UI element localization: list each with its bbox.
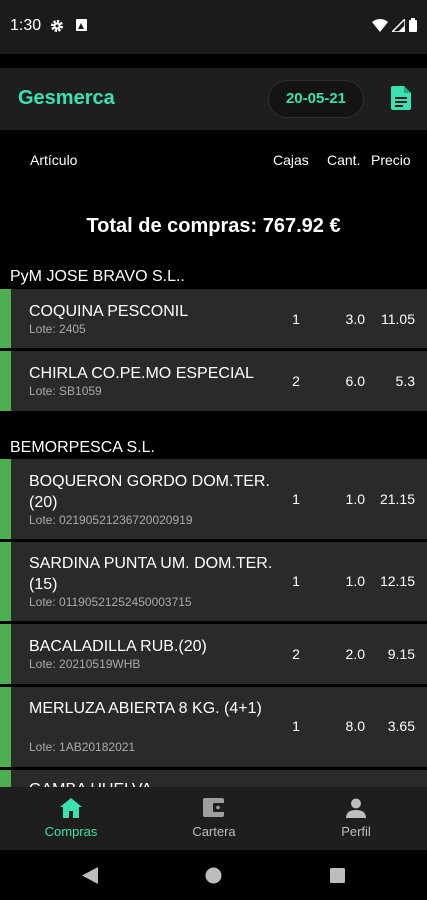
system-navigation-bar <box>0 850 427 900</box>
item-name: BACALADILLA RUB.(20) <box>29 638 207 655</box>
item-precio: 21.15 <box>379 491 415 507</box>
item-precio: 9.15 <box>387 646 415 662</box>
item-cant: 2.0 <box>345 646 365 662</box>
back-icon[interactable] <box>82 867 98 884</box>
column-header-cant: Cant. <box>327 152 361 168</box>
list-item[interactable]: COQUINA PESCONIL Lote: 2405 1 3.0 11.05 <box>0 289 427 348</box>
item-lote: Lote: 20210519WHB <box>29 657 141 671</box>
item-lote: Lote: 1AB20182021 <box>29 740 136 754</box>
supplier-name: BEMORPESCA S.L. <box>10 439 155 456</box>
column-header-articulo: Artículo <box>30 152 78 168</box>
wifi-icon <box>372 18 388 32</box>
item-cajas: 2 <box>292 373 300 389</box>
nav-label-perfil: Perfil <box>341 824 371 839</box>
nav-compras[interactable]: Compras <box>20 787 122 850</box>
home-circle-icon[interactable] <box>205 867 222 884</box>
date-selector[interactable]: 20-05-21 <box>268 80 364 118</box>
app-title: Gesmerca <box>18 87 115 109</box>
item-cajas: 1 <box>292 573 300 589</box>
item-cant: 1.0 <box>345 491 365 507</box>
item-name: SARDINA PUNTA UM. DOM.TER.(15) <box>29 555 273 593</box>
item-precio: 11.05 <box>381 311 415 327</box>
bottom-navigation: Compras Cartera Perfil <box>0 787 427 850</box>
item-precio: 5.3 <box>395 373 415 389</box>
status-time: 1:30 <box>10 17 42 34</box>
nav-cartera[interactable]: Cartera <box>163 787 265 850</box>
item-name: CHIRLA CO.PE.MO ESPECIAL <box>29 365 254 382</box>
item-cajas: 2 <box>292 646 300 662</box>
item-cant: 8.0 <box>345 718 365 734</box>
list-item[interactable]: MERLUZA ABIERTA 8 KG. (4+1) Lote: 1AB201… <box>0 687 427 767</box>
item-lote: Lote: 2405 <box>29 322 86 336</box>
nav-label-compras: Compras <box>44 824 98 839</box>
list-item[interactable]: CHIRLA CO.PE.MO ESPECIAL Lote: SB1059 2 … <box>0 351 427 411</box>
item-lote: Lote: SB1059 <box>29 384 102 398</box>
item-lote: Lote: 02190521236720020919 <box>29 513 193 527</box>
wallet-icon <box>203 798 225 817</box>
android-a-icon <box>76 19 87 31</box>
status-icons <box>372 18 417 32</box>
list-item[interactable]: BACALADILLA RUB.(20) Lote: 20210519WHB 2… <box>0 624 427 684</box>
app-bar: Gesmerca 20-05-21 <box>0 68 427 130</box>
item-precio: 12.15 <box>379 573 415 589</box>
item-name: BOQUERON GORDO DOM.TER.(20) <box>29 473 270 511</box>
supplier-name: PyM JOSE BRAVO S.L.. <box>10 268 185 285</box>
item-name: MERLUZA ABIERTA 8 KG. (4+1) <box>29 700 262 717</box>
item-cant: 1.0 <box>345 573 365 589</box>
nav-perfil[interactable]: Perfil <box>305 787 407 850</box>
column-header-precio: Precio <box>371 152 411 168</box>
list-item[interactable]: BOQUERON GORDO DOM.TER.(20) Lote: 021905… <box>0 459 427 539</box>
item-cant: 3.0 <box>345 311 365 327</box>
list-item[interactable]: SARDINA PUNTA UM. DOM.TER.(15) Lote: 011… <box>0 542 427 621</box>
item-cajas: 1 <box>292 718 300 734</box>
item-cajas: 1 <box>292 491 300 507</box>
item-name: COQUINA PESCONIL <box>29 303 189 320</box>
item-precio: 3.65 <box>387 718 415 734</box>
person-icon <box>346 798 366 818</box>
recents-icon[interactable] <box>330 868 345 883</box>
document-icon[interactable] <box>391 86 411 110</box>
nav-label-cartera: Cartera <box>192 824 236 839</box>
battery-icon <box>409 18 417 32</box>
item-cajas: 1 <box>292 311 300 327</box>
signal-icon <box>392 18 405 32</box>
total-compras: Total de compras: 767.92 € <box>86 215 341 237</box>
gear-icon <box>51 20 63 32</box>
column-header-cajas: Cajas <box>273 152 309 168</box>
status-bar: 1:30 <box>0 0 427 54</box>
home-icon <box>60 798 82 818</box>
item-cant: 6.0 <box>345 373 365 389</box>
item-lote: Lote: 01190521252450003715 <box>29 595 192 609</box>
